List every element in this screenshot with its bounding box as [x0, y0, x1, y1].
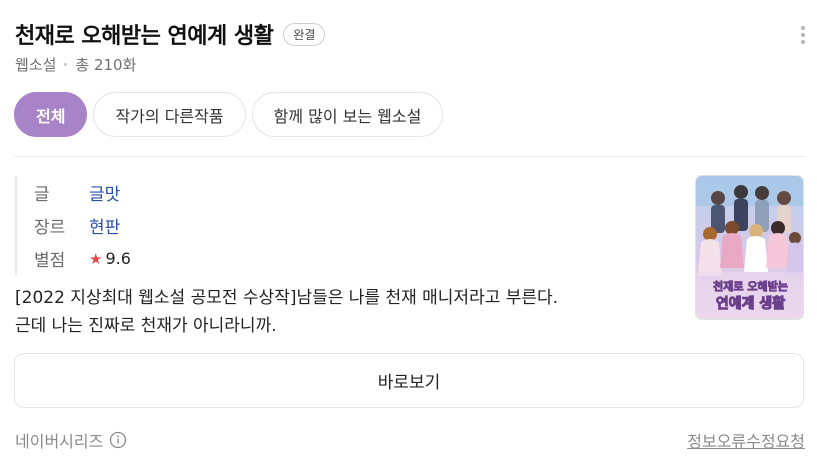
- source-link[interactable]: 네이버시리즈: [15, 428, 127, 452]
- author-link[interactable]: 글맛: [89, 180, 120, 205]
- cover-title-line: 연예계 생활: [716, 295, 785, 312]
- rating-label: 별점: [34, 251, 66, 271]
- info-list: 글 글맛 장르 현판 별점 ★ 9.6: [15, 176, 131, 275]
- info-icon[interactable]: [109, 431, 127, 449]
- cover-title-line: 천재로 오해받는: [713, 279, 788, 293]
- rating-value: 9.6: [105, 249, 131, 268]
- tab-all[interactable]: 전체: [14, 92, 88, 137]
- view-now-button[interactable]: 바로보기: [14, 353, 804, 408]
- title-row: 천재로 오해받는 연예계 생활 완결: [15, 18, 326, 50]
- description-line: 근데 나는 진짜로 천재가 아니라니까.: [15, 316, 277, 336]
- info-row-author: 글 글맛: [34, 176, 131, 209]
- episode-count: 총 210화: [75, 56, 137, 74]
- report-error-link[interactable]: 정보오류수정요청: [687, 428, 805, 452]
- category-label: 웹소설: [15, 56, 57, 74]
- genre-label: 장르: [34, 218, 66, 238]
- info-row-rating: 별점 ★ 9.6: [34, 242, 131, 275]
- star-icon: ★: [89, 249, 103, 268]
- cover-illustration: 천재로 오해받는 연예계 생활: [696, 176, 803, 319]
- author-label: 글: [34, 185, 50, 205]
- source-label: 네이버시리즈: [15, 432, 104, 451]
- rating: ★ 9.6: [89, 249, 131, 268]
- page-title[interactable]: 천재로 오해받는 연예계 생활: [15, 18, 274, 50]
- divider: [14, 156, 805, 157]
- tab-bar: 전체 작가의 다른작품 함께 많이 보는 웹소설: [14, 92, 444, 137]
- genre-link[interactable]: 현판: [89, 213, 120, 238]
- status-badge: 완결: [283, 22, 326, 46]
- separator-dot: [64, 63, 68, 66]
- subtitle: 웹소설 총 210화: [15, 54, 136, 75]
- tab-author-other-works[interactable]: 작가의 다른작품: [93, 92, 246, 137]
- tab-related-novels[interactable]: 함께 많이 보는 웹소설: [251, 92, 444, 137]
- info-row-genre: 장르 현판: [34, 209, 131, 242]
- more-options-icon[interactable]: [801, 26, 805, 44]
- cover-image[interactable]: 천재로 오해받는 연예계 생활: [695, 175, 804, 320]
- description: [2022 지상최대 웹소설 공모전 수상작]남들은 나를 천재 매니저라고 부…: [15, 284, 685, 340]
- description-line: [2022 지상최대 웹소설 공모전 수상작]남들은 나를 천재 매니저라고 부…: [15, 288, 559, 308]
